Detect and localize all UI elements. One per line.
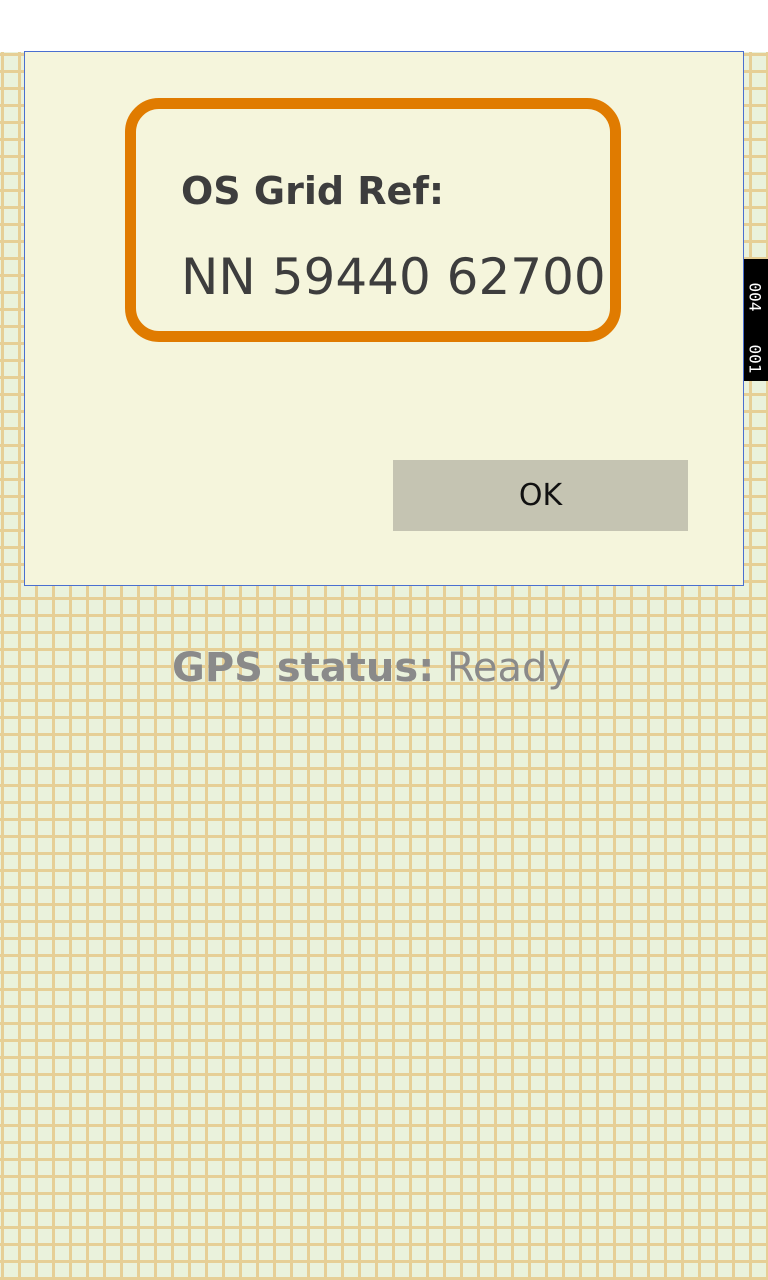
ok-button[interactable]: OK	[393, 460, 688, 531]
grid-ref-dialog: OS Grid Ref: NN 59440 62700 OK	[24, 51, 744, 586]
grid-ref-label: OS Grid Ref:	[181, 169, 445, 213]
gps-status: GPS status: Ready	[172, 642, 571, 694]
grid-ref-panel: OS Grid Ref: NN 59440 62700	[125, 98, 621, 342]
side-tab-text-bottom: 001	[745, 344, 765, 374]
gps-status-label: GPS status:	[172, 645, 435, 691]
side-tab-text-top: 004	[745, 282, 765, 312]
top-bar	[0, 0, 768, 52]
side-tab[interactable]: 004 001	[744, 259, 768, 381]
gps-status-value: Ready	[446, 645, 572, 691]
grid-ref-value: NN 59440 62700	[181, 248, 606, 306]
